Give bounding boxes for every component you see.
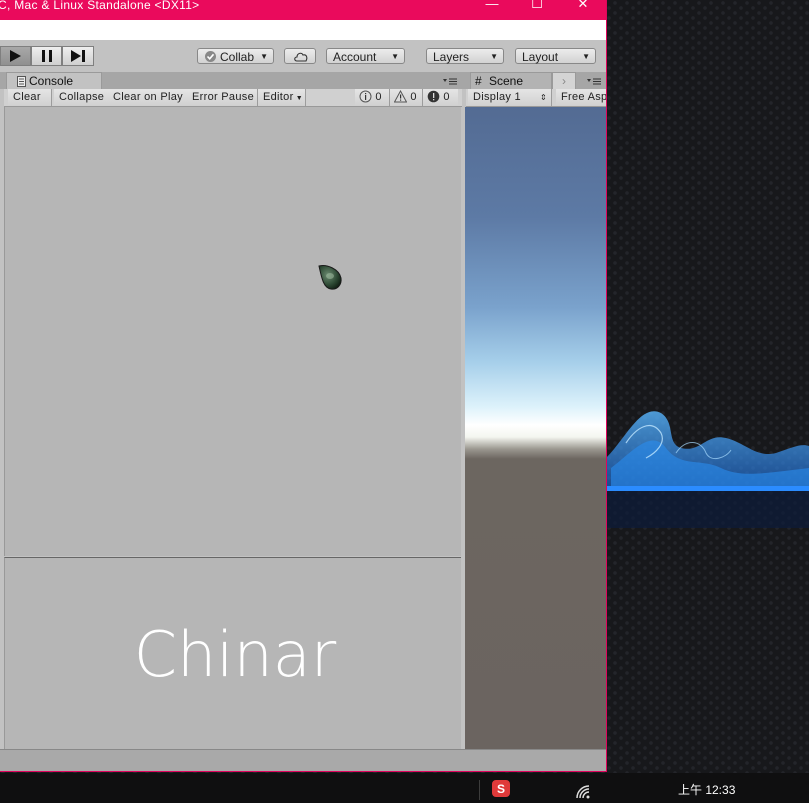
play-icon [10, 50, 21, 62]
error-count: 0 [443, 91, 450, 103]
chevron-right-icon: › [562, 74, 566, 88]
console-detail-pane: Chinar [4, 557, 461, 750]
window-title: C, Mac & Linux Standalone <DX11> [0, 0, 200, 12]
account-dropdown[interactable]: Account ▼ [326, 48, 405, 64]
console-tab-bar: Console [0, 72, 462, 89]
game-view-toolbar: Display 1 ⇕ Free Asp [466, 89, 606, 107]
collab-dropdown[interactable]: Collab ▼ [197, 48, 274, 64]
watermark-text: Chinar [133, 618, 337, 691]
tab-console-label: Console [29, 74, 74, 88]
aspect-dropdown[interactable]: Free Asp [556, 89, 607, 106]
scene-grid-icon: # [475, 74, 482, 88]
layout-dropdown[interactable]: Layout ▼ [515, 48, 596, 64]
chevron-down-icon: ▼ [260, 52, 268, 61]
close-button[interactable]: ✕ [571, 0, 595, 16]
pause-icon [42, 50, 52, 62]
aspect-label: Free Asp [561, 91, 607, 103]
minimize-button[interactable]: — [480, 0, 504, 16]
chevron-down-icon: ▼ [391, 52, 399, 61]
pause-button[interactable] [31, 46, 62, 66]
updown-arrows-icon: ⇕ [539, 93, 547, 102]
info-count: 0 [375, 91, 382, 103]
taskbar: S 上午 12:33 [0, 773, 809, 803]
layers-label: Layers [433, 50, 470, 64]
info-toggle[interactable]: 0 [355, 89, 390, 106]
taskbar-divider [479, 780, 480, 800]
clear-button[interactable]: Clear [8, 89, 52, 106]
tab-scene[interactable]: # Scene [470, 72, 552, 89]
error-pause-button[interactable]: Error Pause [187, 89, 258, 106]
checkmark-circle-icon [205, 51, 216, 62]
error-toggle[interactable]: 0 [423, 89, 458, 106]
collab-label: Collab [220, 50, 255, 64]
scene-tab-bar: # Scene › [462, 72, 606, 89]
editor-dropdown[interactable]: Editor ▼ [258, 89, 306, 106]
system-clock[interactable]: 上午 12:33 [678, 781, 735, 798]
clear-on-play-button[interactable]: Clear on Play [108, 89, 188, 106]
menu-bar [0, 20, 606, 40]
layers-dropdown[interactable]: Layers ▼ [426, 48, 504, 64]
console-toolbar: Clear Collapse Clear on Play Error Pause… [4, 89, 462, 107]
title-bar: C, Mac & Linux Standalone <DX11> — ☐ ✕ [0, 0, 606, 20]
step-icon [71, 50, 85, 62]
chevron-down-icon: ▼ [293, 95, 304, 102]
panel-menu-icon[interactable] [587, 77, 601, 85]
blue-smoke-wallpaper [606, 411, 809, 528]
tab-console[interactable]: Console [6, 72, 102, 89]
display-dropdown[interactable]: Display 1 ⇕ [468, 89, 552, 106]
game-viewport[interactable] [465, 107, 606, 749]
panel-menu-icon[interactable] [443, 77, 457, 85]
mouse-cursor-icon [318, 265, 342, 290]
chevron-down-icon: ▼ [582, 52, 590, 61]
maximize-button[interactable]: ☐ [525, 0, 549, 16]
sogou-input-icon[interactable]: S [492, 780, 510, 797]
chevron-down-icon: ▼ [490, 52, 498, 61]
unity-editor-window: C, Mac & Linux Standalone <DX11> — ☐ ✕ C… [0, 0, 607, 772]
editor-label: Editor [263, 91, 294, 103]
play-button[interactable] [0, 46, 31, 66]
account-label: Account [333, 50, 377, 64]
warning-toggle[interactable]: 0 [390, 89, 423, 106]
step-button[interactable] [62, 46, 94, 66]
cloud-button[interactable] [284, 48, 316, 64]
console-icon [17, 76, 26, 87]
warning-count: 0 [410, 91, 417, 103]
warning-icon [393, 89, 408, 103]
error-icon [427, 90, 440, 103]
display-label: Display 1 [473, 91, 521, 103]
svg-text:S: S [497, 782, 505, 796]
layout-label: Layout [522, 50, 559, 64]
status-bar [0, 749, 606, 771]
tab-scene-label: Scene [489, 74, 524, 88]
console-log-list[interactable] [4, 107, 461, 556]
tab-game[interactable]: › [552, 72, 576, 89]
collapse-button[interactable]: Collapse [54, 89, 110, 106]
wifi-icon[interactable] [576, 785, 590, 799]
info-icon [359, 90, 372, 103]
cloud-icon [294, 52, 308, 62]
